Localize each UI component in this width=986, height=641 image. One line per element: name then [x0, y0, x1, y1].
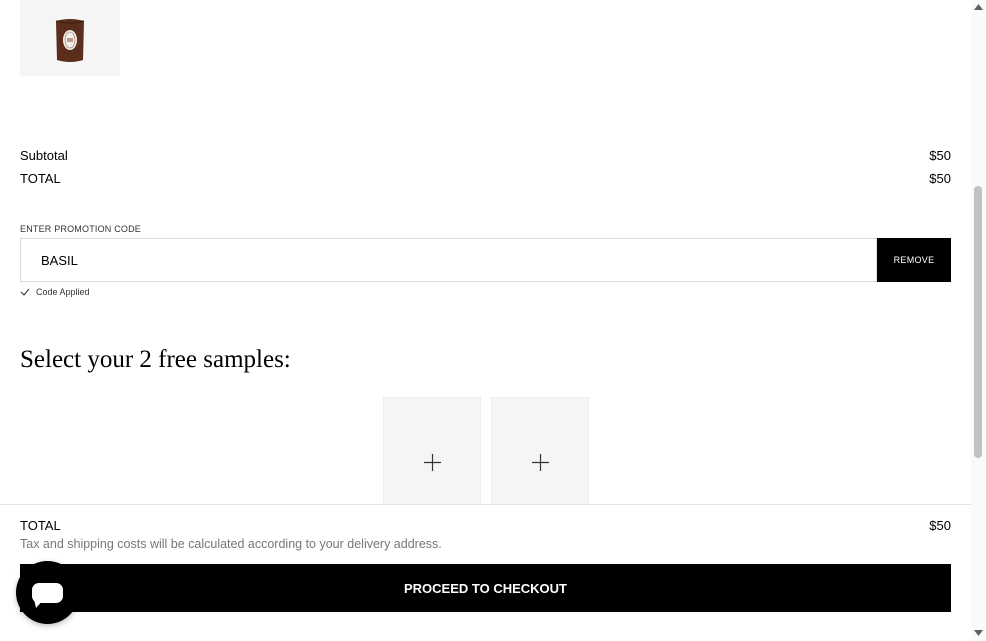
candle-product-image [55, 19, 85, 62]
remove-promo-button[interactable]: REMOVE [877, 238, 951, 282]
promo-code-label: ENTER PROMOTION CODE [20, 224, 142, 234]
checkout-footer: TOTAL $50 Tax and shipping costs will be… [0, 504, 971, 641]
total-value: $50 [929, 171, 951, 186]
vertical-scrollbar[interactable] [971, 0, 986, 641]
scroll-up-arrow-icon[interactable] [974, 4, 983, 10]
subtotal-row: Subtotal $50 [20, 148, 951, 163]
footer-total-row: TOTAL $50 [20, 518, 951, 533]
scrollbar-thumb[interactable] [974, 186, 982, 458]
subtotal-label: Subtotal [20, 148, 68, 163]
chat-button[interactable] [16, 561, 79, 624]
chat-icon-tail [34, 599, 44, 608]
check-icon [20, 288, 30, 296]
samples-title: Select your 2 free samples: [20, 346, 291, 373]
promo-status-text: Code Applied [36, 287, 90, 297]
cart-content: Subtotal $50 TOTAL $50 ENTER PROMOTION C… [0, 0, 971, 641]
product-thumbnail[interactable] [20, 0, 120, 76]
tax-shipping-note: Tax and shipping costs will be calculate… [20, 537, 442, 551]
total-label: TOTAL [20, 171, 61, 186]
total-row: TOTAL $50 [20, 171, 951, 186]
promo-code-input[interactable] [21, 239, 861, 281]
scroll-down-arrow-icon[interactable] [974, 630, 983, 636]
plus-icon [532, 454, 549, 471]
footer-total-label: TOTAL [20, 518, 61, 533]
promo-applied-status: Code Applied [20, 287, 90, 297]
footer-total-value: $50 [929, 518, 951, 533]
plus-icon [424, 454, 441, 471]
promo-code-field-wrapper [20, 238, 877, 282]
subtotal-value: $50 [929, 148, 951, 163]
proceed-to-checkout-button[interactable]: PROCEED TO CHECKOUT [20, 564, 951, 612]
